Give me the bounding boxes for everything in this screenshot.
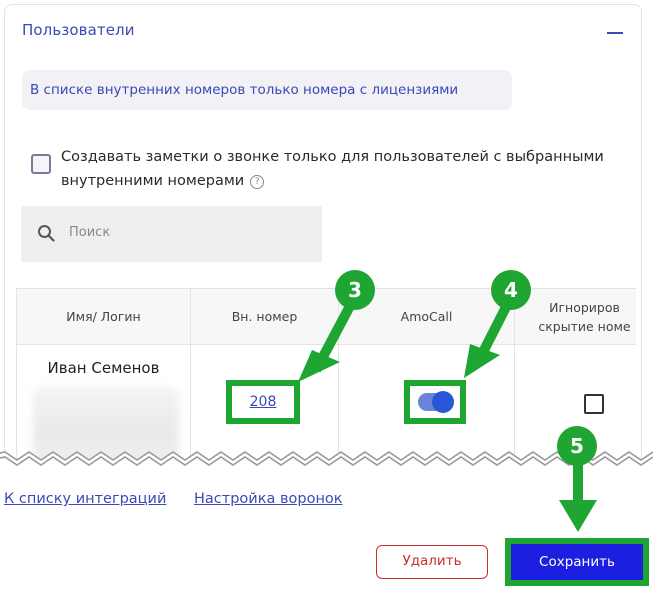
notes-checkbox[interactable] [31,154,51,174]
ignore-checkbox[interactable] [584,394,604,414]
save-button[interactable]: Сохранить [511,544,643,580]
search-input[interactable]: Поиск [21,206,322,262]
search-icon [38,225,55,242]
search-placeholder: Поиск [69,225,111,240]
panel-title: Пользователи [22,21,135,39]
column-header-ignore: Игнориров скрытие номе [515,289,636,345]
step-badge-3: 3 [335,270,375,310]
step-badge-4: 4 [491,270,531,310]
extension-highlight: 208 [226,380,300,424]
user-name: Иван Семенов [47,359,160,377]
column-header-name: Имя/ Логин [17,289,191,345]
amocall-toggle[interactable] [418,391,454,413]
amocall-highlight [404,380,466,424]
save-highlight: Сохранить [505,538,649,586]
help-icon[interactable]: ? [250,175,265,189]
notes-checkbox-label: Создавать заметки о звонке только для по… [61,149,604,189]
collapse-icon[interactable] [607,32,623,34]
delete-button[interactable]: Удалить [376,545,488,579]
back-to-integrations-link[interactable]: К списку интеграций [4,491,166,507]
toggle-knob [432,391,454,413]
step-badge-5: 5 [557,426,597,466]
column-header-extension: Вн. номер [191,289,339,345]
funnel-settings-link[interactable]: Настройка воронок [194,491,343,507]
license-notice: В списке внутренних номеров только номер… [22,70,512,110]
extension-link[interactable]: 208 [250,394,277,410]
torn-edge-divider [0,451,653,480]
